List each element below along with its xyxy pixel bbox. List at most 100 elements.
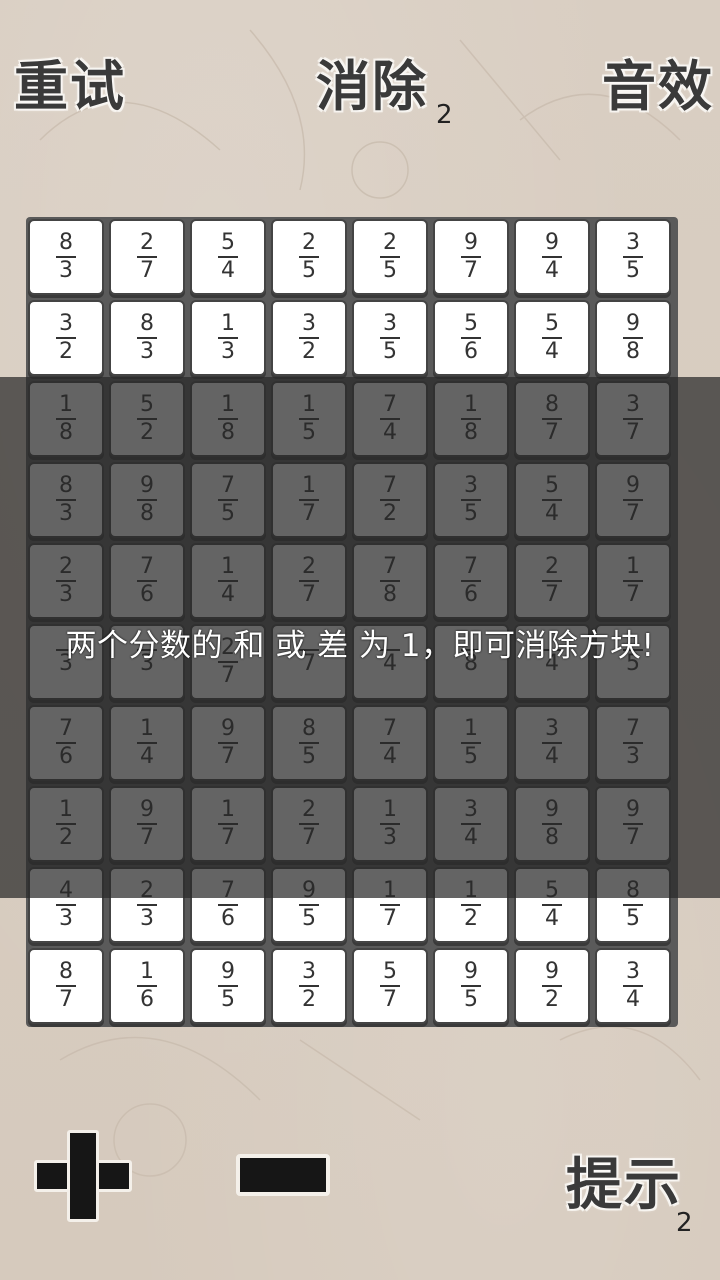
- numerator: 5: [383, 959, 397, 984]
- fraction: 95: [461, 960, 481, 1012]
- numerator: 5: [545, 311, 559, 336]
- denominator: 3: [140, 906, 154, 931]
- fraction-tile[interactable]: 95: [433, 948, 509, 1024]
- fraction: 83: [56, 231, 76, 283]
- numerator: 9: [545, 230, 559, 255]
- numerator: 9: [545, 959, 559, 984]
- fraction-tile[interactable]: 97: [433, 219, 509, 295]
- fraction: 16: [137, 960, 157, 1012]
- denominator: 7: [383, 987, 397, 1012]
- fraction: 32: [56, 312, 76, 364]
- fraction: 27: [137, 231, 157, 283]
- denominator: 3: [140, 339, 154, 364]
- fraction-tile[interactable]: 54: [190, 219, 266, 295]
- fraction-tile[interactable]: 54: [514, 300, 590, 376]
- fraction: 13: [218, 312, 238, 364]
- fraction: 95: [218, 960, 238, 1012]
- numerator: 3: [302, 311, 316, 336]
- fraction: 83: [137, 312, 157, 364]
- fraction: 97: [461, 231, 481, 283]
- denominator: 4: [221, 258, 235, 283]
- numerator: 2: [302, 230, 316, 255]
- hint-count: 2: [676, 1208, 693, 1238]
- numerator: 2: [383, 230, 397, 255]
- numerator: 9: [626, 311, 640, 336]
- denominator: 3: [221, 339, 235, 364]
- fraction: 54: [218, 231, 238, 283]
- denominator: 6: [464, 339, 478, 364]
- denominator: 7: [140, 258, 154, 283]
- fraction-tile[interactable]: 83: [28, 219, 104, 295]
- fraction-tile[interactable]: 92: [514, 948, 590, 1024]
- minus-button[interactable]: [236, 1154, 330, 1196]
- fraction: 98: [623, 312, 643, 364]
- fraction: 54: [542, 312, 562, 364]
- fraction-tile[interactable]: 32: [28, 300, 104, 376]
- fraction-tile[interactable]: 95: [190, 948, 266, 1024]
- numerator: 5: [221, 230, 235, 255]
- denominator: 5: [221, 987, 235, 1012]
- denominator: 3: [59, 258, 73, 283]
- fraction-tile[interactable]: 57: [352, 948, 428, 1024]
- numerator: 8: [59, 959, 73, 984]
- numerator: 9: [221, 959, 235, 984]
- fraction-tile[interactable]: 34: [595, 948, 671, 1024]
- plus-button[interactable]: [34, 1130, 132, 1222]
- numerator: 9: [464, 959, 478, 984]
- fraction-tile[interactable]: 83: [109, 300, 185, 376]
- numerator: 3: [383, 311, 397, 336]
- fraction-tile[interactable]: 35: [352, 300, 428, 376]
- numerator: 3: [626, 230, 640, 255]
- denominator: 4: [545, 258, 559, 283]
- fraction-tile[interactable]: 87: [28, 948, 104, 1024]
- fraction: 35: [380, 312, 400, 364]
- numerator: 1: [140, 959, 154, 984]
- fraction-tile[interactable]: 94: [514, 219, 590, 295]
- numerator: 9: [464, 230, 478, 255]
- fraction-tile[interactable]: 32: [271, 948, 347, 1024]
- numerator: 3: [59, 311, 73, 336]
- denominator: 5: [626, 258, 640, 283]
- denominator: 5: [626, 906, 640, 931]
- fraction-tile[interactable]: 27: [109, 219, 185, 295]
- fraction: 32: [299, 960, 319, 1012]
- hint-button[interactable]: 提示: [566, 1140, 682, 1221]
- denominator: 8: [626, 339, 640, 364]
- denominator: 2: [464, 906, 478, 931]
- sound-button[interactable]: 音效: [602, 42, 714, 121]
- fraction-tile[interactable]: 13: [190, 300, 266, 376]
- denominator: 3: [59, 906, 73, 931]
- fraction: 92: [542, 960, 562, 1012]
- numerator: 3: [626, 959, 640, 984]
- retry-button[interactable]: 重试: [14, 42, 126, 121]
- denominator: 6: [221, 906, 235, 931]
- denominator: 7: [464, 258, 478, 283]
- fraction-tile[interactable]: 16: [109, 948, 185, 1024]
- fraction-tile[interactable]: 98: [595, 300, 671, 376]
- fraction-tile[interactable]: 25: [271, 219, 347, 295]
- denominator: 2: [302, 987, 316, 1012]
- fraction: 25: [380, 231, 400, 283]
- denominator: 7: [59, 987, 73, 1012]
- fraction-tile[interactable]: 32: [271, 300, 347, 376]
- eliminate-button[interactable]: 消除: [316, 42, 428, 121]
- denominator: 5: [464, 987, 478, 1012]
- fraction: 34: [623, 960, 643, 1012]
- denominator: 4: [545, 906, 559, 931]
- numerator: 8: [140, 311, 154, 336]
- fraction: 32: [299, 312, 319, 364]
- fraction: 87: [56, 960, 76, 1012]
- denominator: 2: [59, 339, 73, 364]
- fraction-tile[interactable]: 35: [595, 219, 671, 295]
- denominator: 5: [383, 258, 397, 283]
- fraction: 35: [623, 231, 643, 283]
- denominator: 6: [140, 987, 154, 1012]
- denominator: 5: [302, 258, 316, 283]
- numerator: 2: [140, 230, 154, 255]
- fraction-tile[interactable]: 25: [352, 219, 428, 295]
- fraction-tile[interactable]: 56: [433, 300, 509, 376]
- denominator: 4: [626, 987, 640, 1012]
- denominator: 4: [545, 339, 559, 364]
- denominator: 2: [302, 339, 316, 364]
- denominator: 7: [383, 906, 397, 931]
